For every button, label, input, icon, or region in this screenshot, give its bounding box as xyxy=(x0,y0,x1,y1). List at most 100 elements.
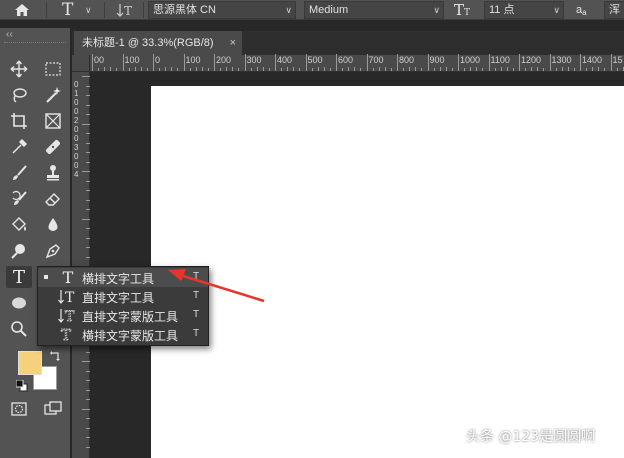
menu-item-vertical-type-mask[interactable]: T 直排文字蒙版工具 T xyxy=(38,306,208,325)
crop-tool-icon[interactable] xyxy=(6,110,32,132)
ruler-tick-mark xyxy=(183,54,185,71)
document-canvas[interactable] xyxy=(151,86,624,458)
ruler-minor-tick xyxy=(86,142,90,144)
ruler-minor-tick xyxy=(86,418,90,419)
ruler-minor-tick xyxy=(177,68,179,71)
ruler-minor-tick xyxy=(616,68,618,71)
font-style-select[interactable]: Medium ∨ xyxy=(304,1,444,19)
ruler-tick-label: 500 xyxy=(307,55,323,65)
foreground-color-swatch[interactable] xyxy=(18,351,42,375)
ruler-tick-mark xyxy=(244,54,246,71)
vertical-ruler[interactable]: 01002003004 xyxy=(72,72,90,458)
ruler-minor-tick xyxy=(268,68,270,71)
menu-item-vertical-type[interactable]: T 直排文字工具 T xyxy=(38,287,208,306)
clone-stamp-tool-icon[interactable] xyxy=(40,162,66,184)
ruler-minor-tick xyxy=(159,68,161,71)
collapse-panel-icon[interactable]: ‹‹ xyxy=(6,29,13,40)
ruler-minor-tick xyxy=(86,161,90,163)
brush-tool-icon[interactable] xyxy=(6,162,32,184)
ruler-minor-tick xyxy=(378,67,380,71)
toggle-text-orientation-icon[interactable]: T xyxy=(116,0,138,20)
quick-mask-icon[interactable] xyxy=(6,398,32,420)
close-icon[interactable]: × xyxy=(230,31,236,55)
horizontal-type-mask-icon: T xyxy=(56,326,80,343)
selected-bullet-icon xyxy=(44,275,48,279)
type-tool-icon[interactable]: T xyxy=(6,266,32,288)
type-tool-preset-icon[interactable]: T xyxy=(62,0,84,20)
ruler-minor-tick xyxy=(82,123,90,125)
ruler-minor-tick xyxy=(512,68,514,71)
lasso-tool-icon[interactable] xyxy=(6,84,32,106)
history-brush-tool-icon[interactable] xyxy=(6,188,32,210)
ruler-minor-tick xyxy=(372,68,374,71)
ruler-minor-tick xyxy=(604,68,606,71)
ruler-minor-tick xyxy=(506,67,508,71)
ruler-minor-tick xyxy=(86,228,90,229)
ruler-tick-label: 400 xyxy=(277,55,293,65)
panel-grip[interactable] xyxy=(4,42,66,48)
ruler-minor-tick xyxy=(86,95,90,96)
ruler-tick-label: 3 xyxy=(74,143,79,152)
horizontal-ruler[interactable]: 00 100 0 100 200 300 400 500 600 700 800 900 1000 110… xyxy=(90,54,624,72)
ruler-minor-tick xyxy=(86,380,90,381)
ruler-minor-tick xyxy=(86,446,90,448)
ruler-minor-tick xyxy=(494,68,496,71)
ellipse-tool-icon[interactable] xyxy=(6,292,32,314)
ruler-tick-label: 800 xyxy=(399,55,415,65)
antialias-select[interactable]: 浑 xyxy=(604,1,624,19)
document-tab-title: 未标题-1 @ 33.3%(RGB/8) xyxy=(82,37,214,49)
dodge-tool-icon[interactable] xyxy=(6,240,32,262)
ruler-minor-tick xyxy=(421,68,423,71)
paint-bucket-tool-icon[interactable] xyxy=(6,214,32,236)
pen-tool-icon[interactable] xyxy=(40,240,66,262)
options-bar: T ∨ T 思源黑体 CN ∨ Medium ∨ TT 11 点 ∨ aa 浑 xyxy=(0,0,624,20)
move-tool-icon[interactable] xyxy=(6,58,32,80)
ruler-minor-tick xyxy=(500,67,502,71)
screen-mode-icon[interactable] xyxy=(40,398,66,420)
ruler-tick-mark xyxy=(366,54,368,71)
swap-colors-icon[interactable] xyxy=(50,350,60,364)
ruler-minor-tick xyxy=(525,68,527,71)
ruler-minor-tick xyxy=(256,67,258,71)
ruler-minor-tick xyxy=(464,68,466,71)
frame-tool-icon[interactable] xyxy=(40,110,66,132)
ruler-minor-tick xyxy=(86,104,90,106)
vertical-type-mask-icon: T xyxy=(56,307,80,324)
blur-tool-icon[interactable] xyxy=(40,214,66,236)
ruler-minor-tick xyxy=(470,67,472,71)
ruler-minor-tick xyxy=(86,199,90,201)
zoom-tool-icon[interactable] xyxy=(6,318,32,340)
ruler-minor-tick xyxy=(86,256,90,258)
ruler-minor-tick xyxy=(140,67,142,71)
home-icon[interactable] xyxy=(14,0,42,20)
ruler-corner xyxy=(72,55,90,72)
chevron-down-icon[interactable]: ∨ xyxy=(85,0,97,20)
ruler-minor-tick xyxy=(98,68,100,71)
horizontal-type-icon: T xyxy=(62,268,74,287)
default-colors-icon[interactable] xyxy=(15,379,28,395)
ruler-minor-tick xyxy=(451,68,453,71)
ruler-tick-label: 1400 xyxy=(582,55,603,65)
svg-text:T: T xyxy=(65,309,75,324)
watermark-text: 头条 @123是圆圆啊 xyxy=(466,429,596,445)
ruler-tick-label: 0 xyxy=(74,80,79,89)
ruler-minor-tick xyxy=(415,67,417,71)
eraser-tool-icon[interactable] xyxy=(40,188,66,210)
menu-item-horizontal-type[interactable]: T 横排文字工具 T xyxy=(38,268,208,287)
magic-wand-tool-icon[interactable] xyxy=(40,84,66,106)
font-size-select[interactable]: 11 点 ∨ xyxy=(484,1,564,19)
marquee-tool-icon[interactable] xyxy=(40,58,66,80)
menu-item-horizontal-type-mask[interactable]: T 横排文字蒙版工具 T xyxy=(38,325,208,344)
ruler-tick-label: 0 xyxy=(74,152,79,161)
eyedropper-tool-icon[interactable] xyxy=(6,136,32,158)
ruler-minor-tick xyxy=(86,237,90,239)
document-tab[interactable]: 未标题-1 @ 33.3%(RGB/8) × xyxy=(74,31,242,55)
ruler-minor-tick xyxy=(86,399,90,400)
ruler-tick-mark xyxy=(122,54,124,71)
ruler-minor-tick xyxy=(323,67,325,71)
font-style-value: Medium xyxy=(309,4,349,16)
ruler-minor-tick xyxy=(86,133,90,134)
healing-brush-tool-icon[interactable] xyxy=(40,136,66,158)
ruler-tick-label: 200 xyxy=(216,55,232,65)
font-family-select[interactable]: 思源黑体 CN ∨ xyxy=(148,1,296,19)
